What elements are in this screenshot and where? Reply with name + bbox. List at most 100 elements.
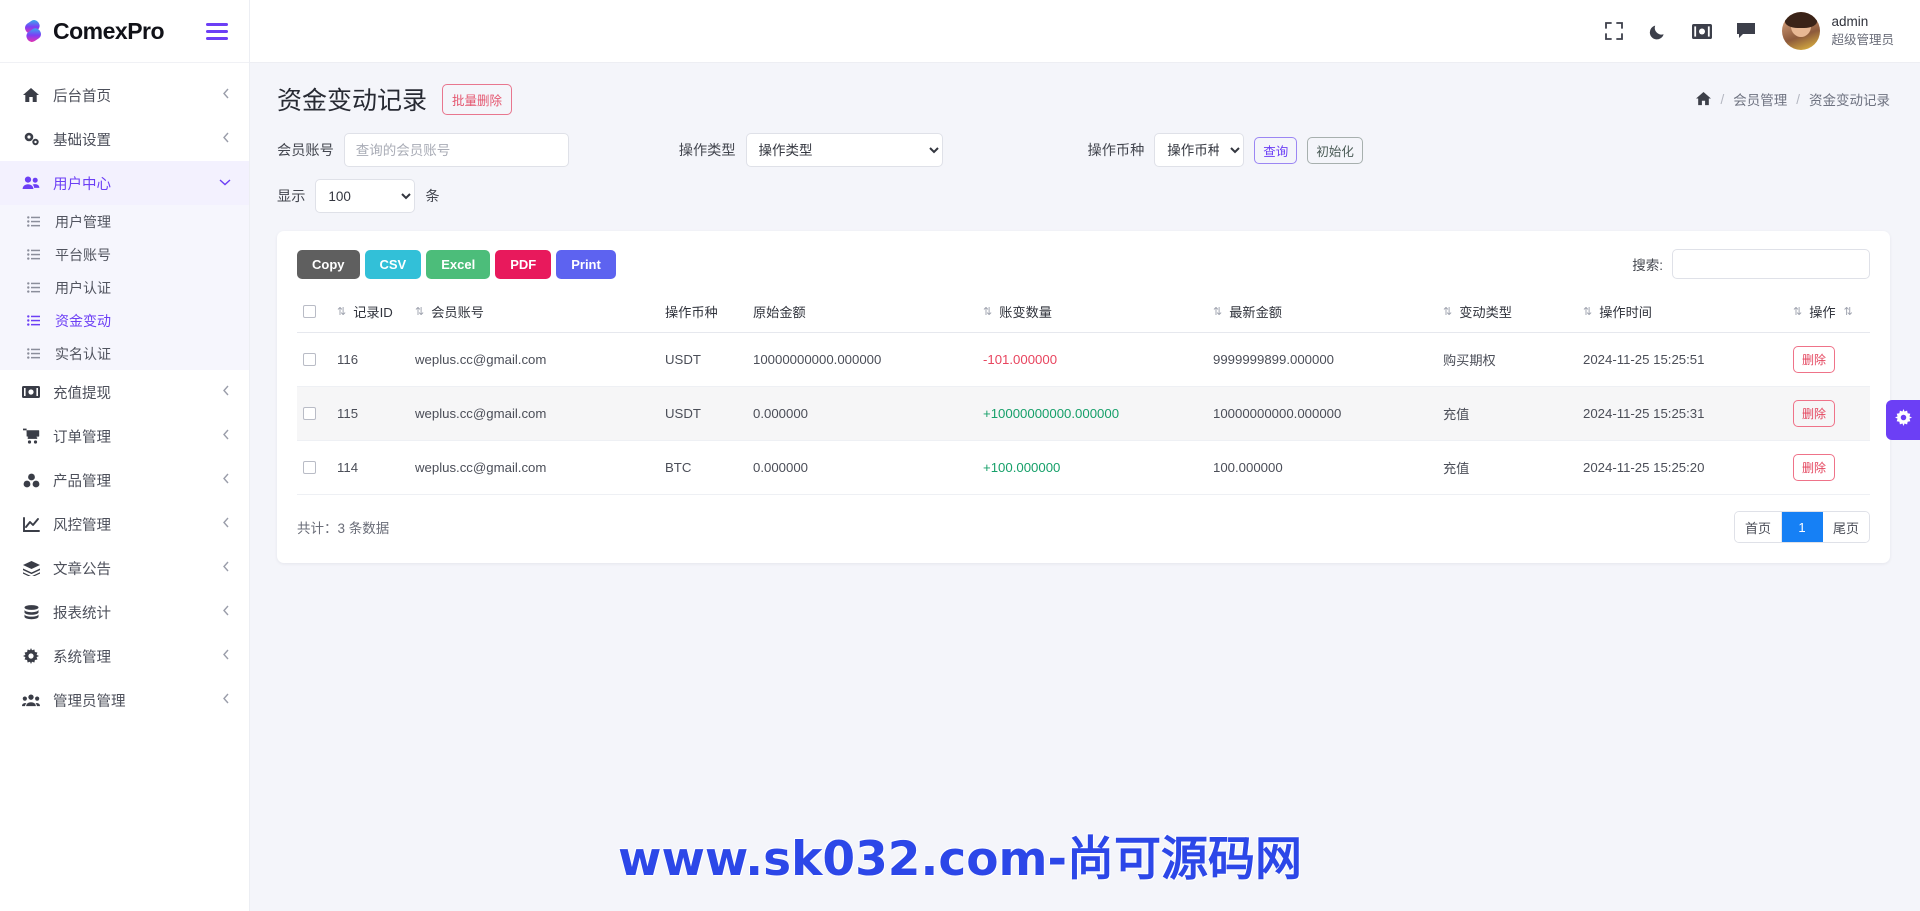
pdf-button[interactable]: PDF [495, 249, 552, 279]
sidebar-item-user-verification[interactable]: 用户认证 [0, 271, 249, 304]
settings-fab-button[interactable] [1886, 400, 1920, 440]
sidebar-item-order-management[interactable]: 订单管理 [0, 414, 249, 458]
batch-delete-button[interactable]: 批量删除 [442, 83, 513, 115]
print-button[interactable]: Print [556, 249, 616, 279]
currency-select[interactable]: 操作币种 [1154, 133, 1245, 167]
sidebar-item-deposit-withdraw[interactable]: 充值提现 [0, 370, 249, 414]
currency-label: 操作币种 [1087, 143, 1145, 159]
column-header-latest-amount[interactable]: ⇅ 最新金额 [1207, 293, 1437, 333]
select-all-checkbox[interactable] [303, 305, 316, 318]
sidebar-item-user-management[interactable]: 用户管理 [0, 205, 249, 238]
table-row: 114 weplus.cc@gmail.com BTC 0.000000 +10… [297, 440, 1870, 495]
column-header-change-type[interactable]: ⇅ 变动类型 [1437, 293, 1577, 333]
sort-icon: ⇅ [1843, 306, 1853, 318]
sidebar-item-realname-verification[interactable]: 实名认证 [0, 337, 249, 370]
sidebar: ComexPro 后台首页 基础设置 用户中心 用户管理 平台账号 用户认证 资… [0, 0, 250, 911]
chart-line-icon [22, 516, 40, 532]
show-label: 显示 [277, 189, 306, 205]
sidebar-item-product-management[interactable]: 产品管理 [0, 458, 249, 502]
sidebar-item-admin-management[interactable]: 管理员管理 [0, 678, 249, 722]
sort-icon: ⇅ [337, 306, 346, 318]
row-checkbox[interactable] [303, 407, 316, 420]
chevron-left-icon [222, 561, 231, 575]
column-label: 操作币种 [665, 305, 718, 320]
dark-mode-icon[interactable] [1636, 9, 1680, 53]
user-menu[interactable]: admin 超级管理员 [1782, 12, 1894, 50]
sidebar-item-articles[interactable]: 文章公告 [0, 546, 249, 590]
card-toolbar: Copy CSV Excel PDF Print 搜索: [297, 249, 1870, 279]
row-checkbox[interactable] [303, 461, 316, 474]
column-header-change-amount[interactable]: ⇅ 账变数量 [977, 293, 1207, 333]
sidebar-item-label: 后台首页 [53, 88, 111, 105]
sidebar-subitem-label: 用户认证 [55, 279, 111, 296]
breadcrumb-item-member-management[interactable]: 会员管理 [1733, 89, 1787, 109]
reset-button[interactable]: 初始化 [1307, 136, 1363, 164]
delete-button[interactable]: 删除 [1793, 454, 1836, 481]
data-card: Copy CSV Excel PDF Print 搜索: ⇅ 记录ID ⇅ 会员… [277, 231, 1890, 563]
column-header-currency[interactable]: 操作币种 [659, 293, 747, 333]
brand-left: ComexPro [20, 18, 165, 45]
card-footer: 共计：3 条数据 首页 1 尾页 [297, 511, 1870, 543]
cell-record-id: 115 [331, 386, 409, 441]
sidebar-item-risk-management[interactable]: 风控管理 [0, 502, 249, 546]
column-header-record-id[interactable]: ⇅ 记录ID [331, 293, 409, 333]
excel-button[interactable]: Excel [426, 249, 491, 279]
query-button[interactable]: 查询 [1254, 136, 1298, 164]
fullscreen-icon[interactable] [1592, 9, 1636, 53]
sidebar-item-user-center[interactable]: 用户中心 [0, 161, 249, 205]
column-header-original-amount[interactable]: 原始金额 [747, 293, 977, 333]
column-label: 变动类型 [1459, 305, 1512, 320]
hamburger-icon[interactable] [203, 20, 231, 43]
row-checkbox-cell [297, 386, 331, 441]
csv-button[interactable]: CSV [364, 249, 422, 279]
show-count-row: 显示 100 条 [250, 167, 1920, 213]
account-input[interactable] [343, 133, 569, 167]
sidebar-item-reports[interactable]: 报表统计 [0, 590, 249, 634]
pagination-first[interactable]: 首页 [1734, 512, 1782, 542]
sidebar-item-dashboard[interactable]: 后台首页 [0, 73, 249, 117]
sort-icon: ⇅ [415, 306, 424, 318]
column-header-account[interactable]: ⇅ 会员账号 [409, 293, 659, 333]
pagination: 首页 1 尾页 [1733, 511, 1870, 543]
sort-icon: ⇅ [1583, 306, 1592, 318]
delete-button[interactable]: 删除 [1793, 400, 1836, 427]
column-label: 账变数量 [999, 305, 1052, 320]
total-count-text: 共计：3 条数据 [297, 521, 390, 536]
search-input[interactable] [1672, 249, 1870, 279]
cell-change-amount: -101.000000 [977, 332, 1207, 387]
delete-button[interactable]: 删除 [1793, 346, 1836, 373]
page-size-select[interactable]: 100 [315, 179, 416, 213]
column-label: 操作 [1809, 305, 1836, 320]
pagination-last[interactable]: 尾页 [1822, 512, 1869, 542]
page-header-left: 资金变动记录 批量删除 [277, 81, 513, 117]
column-header-operation-time[interactable]: ⇅ 操作时间 [1577, 293, 1787, 333]
cell-action: 删除 [1787, 332, 1870, 387]
message-icon[interactable] [1724, 9, 1768, 53]
sidebar-subitem-label: 实名认证 [55, 345, 111, 362]
sidebar-item-platform-account[interactable]: 平台账号 [0, 238, 249, 271]
sidebar-item-fund-changes[interactable]: 资金变动 [0, 304, 249, 337]
money-icon[interactable] [1680, 9, 1724, 53]
home-icon [22, 87, 40, 103]
list-icon [24, 216, 42, 227]
sidebar-item-basic-settings[interactable]: 基础设置 [0, 117, 249, 161]
account-label: 会员账号 [277, 143, 334, 159]
show-suffix: 条 [425, 189, 440, 205]
pagination-page-1[interactable]: 1 [1781, 512, 1823, 542]
column-header-action[interactable]: ⇅ 操作 ⇅ [1787, 293, 1870, 333]
home-icon[interactable] [1696, 92, 1712, 106]
layers-icon [22, 560, 40, 576]
copy-button[interactable]: Copy [297, 249, 360, 279]
sidebar-item-label: 充值提现 [53, 385, 111, 402]
table-row: 116 weplus.cc@gmail.com USDT 10000000000… [297, 332, 1870, 387]
list-icon [24, 249, 42, 260]
table-body: 116 weplus.cc@gmail.com USDT 10000000000… [297, 332, 1870, 495]
avatar [1782, 12, 1821, 50]
list-icon [24, 282, 42, 293]
page-title: 资金变动记录 [277, 87, 428, 115]
column-label: 会员账号 [431, 305, 484, 320]
sidebar-item-system-management[interactable]: 系统管理 [0, 634, 249, 678]
gears-icon [22, 131, 40, 147]
optype-select[interactable]: 操作类型 [745, 133, 943, 167]
row-checkbox[interactable] [303, 353, 316, 366]
